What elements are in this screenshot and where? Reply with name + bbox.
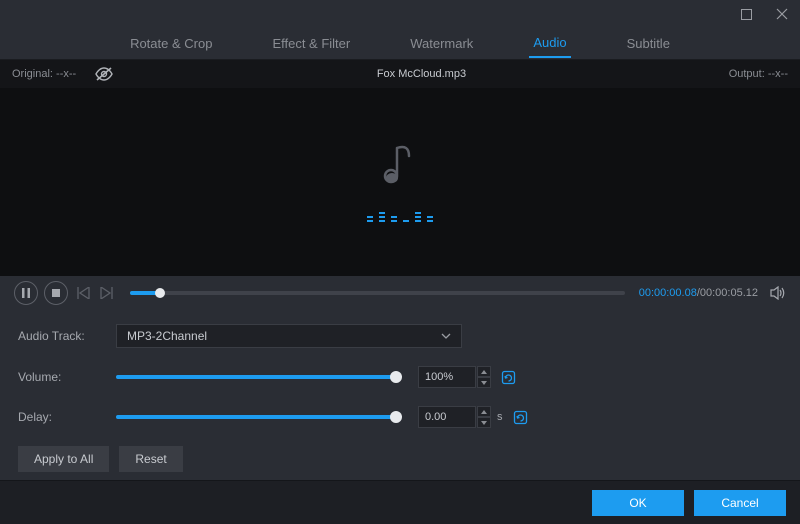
equalizer-icon	[367, 202, 433, 222]
compare-toggle-icon[interactable]	[94, 67, 114, 81]
audio-controls: Audio Track: MP3-2Channel Volume: 100% D…	[0, 310, 800, 480]
delay-unit: s	[497, 411, 503, 423]
tab-bar: Rotate & Crop Effect & Filter Watermark …	[0, 28, 800, 60]
audio-artwork	[367, 142, 433, 222]
volume-field[interactable]: 100%	[418, 366, 476, 388]
titlebar	[0, 0, 800, 28]
footer: OK Cancel	[0, 480, 800, 524]
volume-label: Volume:	[18, 370, 116, 384]
maximize-button[interactable]	[732, 4, 760, 24]
filename: Fox McCloud.mp3	[114, 68, 729, 80]
volume-spinner[interactable]	[477, 366, 491, 388]
apply-to-all-button[interactable]: Apply to All	[18, 446, 109, 472]
close-button[interactable]	[768, 4, 796, 24]
audio-track-select[interactable]: MP3-2Channel	[116, 324, 462, 348]
original-label: Original: --x--	[12, 68, 76, 80]
volume-icon[interactable]	[770, 286, 786, 300]
reset-button[interactable]: Reset	[119, 446, 182, 472]
volume-reset-icon[interactable]	[501, 370, 516, 385]
ok-button[interactable]: OK	[592, 490, 684, 516]
time-display: 00:00:00.08/00:00:05.12	[639, 287, 758, 299]
tab-audio[interactable]: Audio	[529, 29, 570, 58]
music-note-icon	[383, 142, 417, 188]
info-bar: Original: --x-- Fox McCloud.mp3 Output: …	[0, 60, 800, 88]
next-frame-button[interactable]	[99, 287, 113, 299]
preview-area	[0, 88, 800, 276]
delay-reset-icon[interactable]	[513, 410, 528, 425]
delay-label: Delay:	[18, 410, 116, 424]
pause-button[interactable]	[14, 281, 38, 305]
audio-track-label: Audio Track:	[18, 329, 116, 343]
delay-slider[interactable]	[116, 415, 396, 419]
prev-frame-button[interactable]	[77, 287, 91, 299]
stop-button[interactable]	[44, 281, 68, 305]
tab-watermark[interactable]: Watermark	[406, 30, 477, 57]
progress-slider[interactable]	[130, 291, 625, 295]
tab-rotate-crop[interactable]: Rotate & Crop	[126, 30, 216, 57]
volume-slider[interactable]	[116, 375, 396, 379]
cancel-button[interactable]: Cancel	[694, 490, 786, 516]
editor-window: Rotate & Crop Effect & Filter Watermark …	[0, 0, 800, 524]
tab-subtitle[interactable]: Subtitle	[623, 30, 674, 57]
playback-bar: 00:00:00.08/00:00:05.12	[0, 276, 800, 310]
tab-effect-filter[interactable]: Effect & Filter	[268, 30, 354, 57]
delay-field[interactable]: 0.00	[418, 406, 476, 428]
output-label: Output: --x--	[729, 68, 788, 80]
chevron-down-icon	[441, 333, 451, 339]
delay-spinner[interactable]	[477, 406, 491, 428]
